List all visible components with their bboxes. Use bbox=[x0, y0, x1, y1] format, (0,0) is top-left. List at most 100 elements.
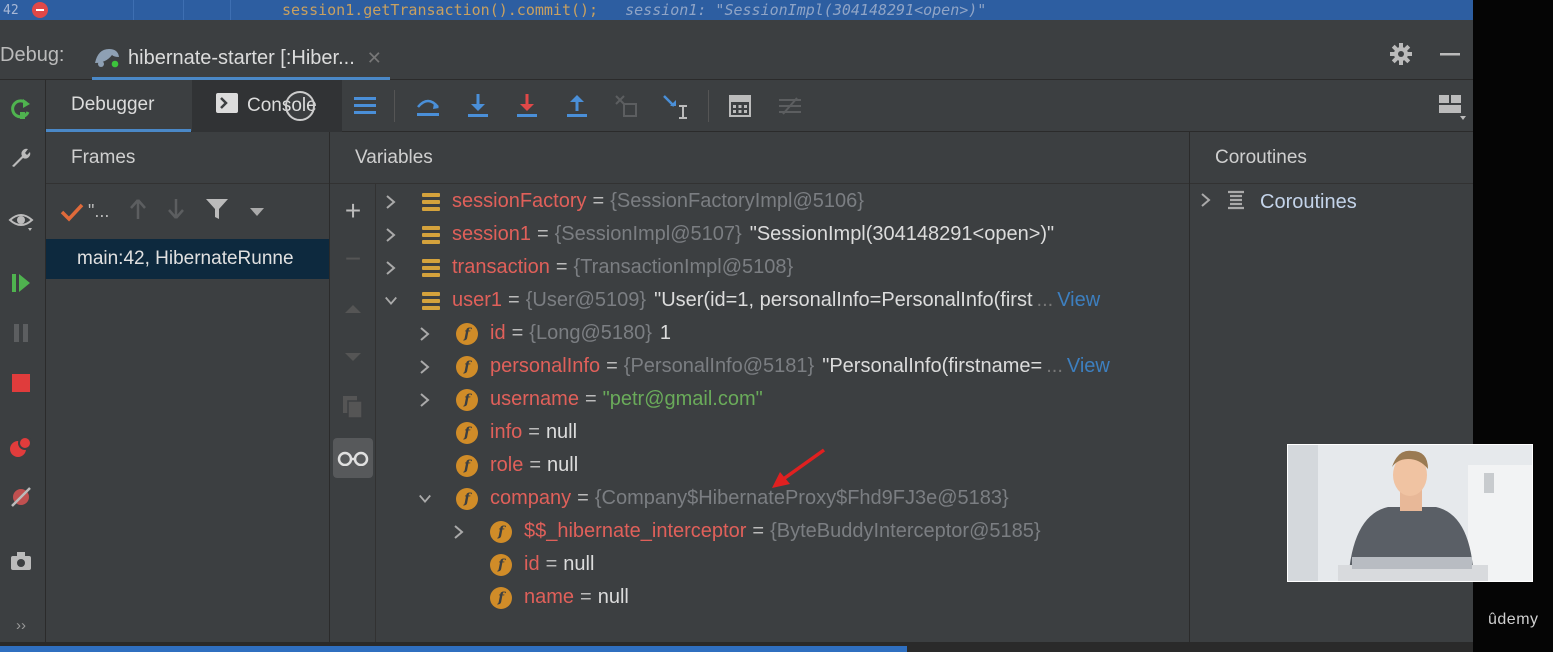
equals-sign: = bbox=[555, 256, 568, 278]
view-breakpoints-icon[interactable] bbox=[6, 432, 36, 462]
variable-row[interactable]: user1 = {User@5109} "User(id=1, personalInf… bbox=[384, 284, 1100, 317]
step-out-icon[interactable] bbox=[563, 92, 591, 120]
variable-value: "SessionImpl(304148291<open>)" bbox=[749, 223, 1055, 245]
tab-console[interactable]: Console bbox=[192, 80, 342, 132]
variable-row[interactable]: f username = "petr@gmail.com" bbox=[418, 383, 763, 416]
variable-name: user1 bbox=[452, 289, 503, 311]
gear-icon[interactable] bbox=[1389, 42, 1413, 71]
stop-icon[interactable] bbox=[6, 368, 36, 398]
thread-selector[interactable]: "... bbox=[60, 201, 109, 222]
camera-icon[interactable] bbox=[6, 546, 36, 576]
equals-sign: = bbox=[752, 520, 765, 542]
close-icon[interactable]: ✕ bbox=[367, 48, 382, 69]
variable-name: company bbox=[490, 487, 572, 509]
variable-row[interactable]: f personalInfo = {PersonalInfo@5181} "Person… bbox=[418, 350, 1110, 383]
resume-icon[interactable] bbox=[6, 268, 36, 298]
field-f-icon: f bbox=[456, 388, 478, 411]
chevron-down-icon[interactable] bbox=[418, 493, 432, 505]
remove-watch-icon[interactable]: − bbox=[338, 243, 368, 274]
run-config-label: hibernate-starter [:Hiber... bbox=[128, 47, 355, 69]
move-up-icon[interactable] bbox=[338, 294, 368, 324]
udemy-logo: ûdemy bbox=[1488, 611, 1539, 628]
variable-row[interactable]: f id = null bbox=[452, 548, 594, 581]
view-value-link[interactable]: View bbox=[1057, 289, 1100, 312]
evaluate-expression-icon[interactable] bbox=[726, 92, 754, 120]
variables-tree: sessionFactory = {SessionFactoryImpl@5106}… bbox=[376, 184, 1190, 642]
variable-type: {PersonalInfo@5181} bbox=[623, 355, 815, 377]
variable-type: {TransactionImpl@5108} bbox=[573, 256, 794, 278]
filter-icon[interactable] bbox=[205, 197, 229, 226]
step-over-icon[interactable] bbox=[414, 92, 442, 120]
arrow-up-icon[interactable] bbox=[129, 198, 147, 225]
watch-eye-icon[interactable] bbox=[6, 206, 36, 236]
chevron-down-icon[interactable] bbox=[249, 201, 265, 222]
mute-breakpoints-icon[interactable] bbox=[6, 482, 36, 512]
chevron-right-icon[interactable] bbox=[384, 194, 398, 210]
move-down-icon[interactable] bbox=[338, 342, 368, 372]
variable-name: id bbox=[490, 322, 506, 344]
chevron-right-icon[interactable] bbox=[418, 392, 432, 408]
tab-debugger[interactable]: Debugger bbox=[46, 80, 191, 132]
variable-row[interactable]: f id = {Long@5180} 1 bbox=[418, 317, 671, 350]
variable-list-icon bbox=[422, 225, 440, 244]
presenter-video-image bbox=[1288, 445, 1532, 581]
value-ellipsis: ... bbox=[1036, 289, 1054, 311]
drop-frame-icon[interactable] bbox=[612, 92, 640, 120]
chevron-right-icon[interactable] bbox=[1200, 191, 1212, 214]
cursor-indicator-icon bbox=[285, 91, 315, 121]
variable-row[interactable]: f $$_hibernate_interceptor = {ByteBuddyInte… bbox=[452, 515, 1041, 548]
run-config-tab[interactable]: hibernate-starter [:Hiber... ✕ bbox=[92, 40, 390, 80]
video-progress-fill bbox=[0, 646, 907, 652]
gutter-divider bbox=[230, 0, 231, 20]
chevron-right-icon[interactable] bbox=[418, 359, 432, 375]
variable-value: null bbox=[545, 421, 578, 443]
chevron-right-icon[interactable] bbox=[418, 326, 432, 342]
minimize-icon[interactable] bbox=[1439, 43, 1461, 70]
field-f-icon: f bbox=[456, 355, 478, 378]
debug-tool-window-header: Debug: hibernate-starter [:Hiber... ✕ bbox=[0, 20, 1473, 80]
wrench-icon[interactable] bbox=[6, 142, 36, 172]
variable-row[interactable]: session1 = {SessionImpl@5107} "SessionImpl(… bbox=[384, 218, 1054, 251]
more-icon[interactable]: ›› bbox=[6, 610, 36, 640]
trace-stream-icon[interactable] bbox=[776, 92, 804, 120]
step-into-icon[interactable] bbox=[464, 92, 492, 120]
line-number: 42 bbox=[3, 2, 19, 18]
variable-value: "petr@gmail.com" bbox=[602, 388, 763, 410]
variables-side-toolbar: + − bbox=[330, 184, 376, 642]
pause-icon[interactable] bbox=[6, 318, 36, 348]
add-watch-icon[interactable]: + bbox=[338, 195, 368, 226]
variable-row[interactable]: transaction = {TransactionImpl@5108} bbox=[384, 251, 793, 284]
variable-row[interactable]: f name = null bbox=[452, 581, 629, 614]
breakpoint-icon[interactable] bbox=[32, 2, 48, 18]
chevron-down-icon[interactable] bbox=[384, 295, 398, 307]
inline-watches-glasses-icon[interactable] bbox=[333, 438, 373, 478]
rerun-icon[interactable] bbox=[6, 94, 36, 124]
arrow-down-icon[interactable] bbox=[167, 198, 185, 225]
variable-row[interactable]: f role = null bbox=[418, 449, 578, 482]
variable-row[interactable]: sessionFactory = {SessionFactoryImpl@5106} bbox=[384, 185, 864, 218]
run-to-cursor-icon[interactable] bbox=[662, 92, 690, 120]
chevron-right-icon[interactable] bbox=[452, 524, 466, 540]
layout-settings-icon[interactable] bbox=[1438, 92, 1466, 120]
chevron-right-icon[interactable] bbox=[384, 260, 398, 276]
variables-header: Variables bbox=[330, 132, 1190, 184]
frames-title: Frames bbox=[46, 132, 329, 184]
variable-name: transaction bbox=[452, 256, 550, 278]
view-value-link[interactable]: View bbox=[1067, 355, 1110, 378]
code-line[interactable]: session1.getTransaction().commit(); sess… bbox=[282, 0, 986, 20]
variable-row[interactable]: f company = {Company$HibernateProxy$Fhd9FJ3… bbox=[418, 482, 1009, 515]
show-execution-point-icon[interactable] bbox=[351, 92, 379, 120]
variable-value: null bbox=[563, 553, 595, 575]
debugger-toolbar: Debugger Console bbox=[46, 80, 1473, 132]
coroutines-node[interactable]: Coroutines bbox=[1190, 186, 1473, 219]
variable-value: "PersonalInfo(firstname= bbox=[822, 355, 1043, 377]
variable-row[interactable]: f info = null bbox=[418, 416, 577, 449]
frame-item[interactable]: main:42, HibernateRunne bbox=[46, 239, 329, 279]
variable-name: role bbox=[490, 454, 524, 476]
chevron-right-icon[interactable] bbox=[384, 227, 398, 243]
field-f-icon: f bbox=[456, 454, 478, 477]
equals-sign: = bbox=[528, 421, 540, 443]
equals-sign: = bbox=[508, 289, 520, 311]
force-step-into-icon[interactable] bbox=[513, 92, 541, 120]
duplicate-watch-icon[interactable] bbox=[338, 392, 368, 422]
